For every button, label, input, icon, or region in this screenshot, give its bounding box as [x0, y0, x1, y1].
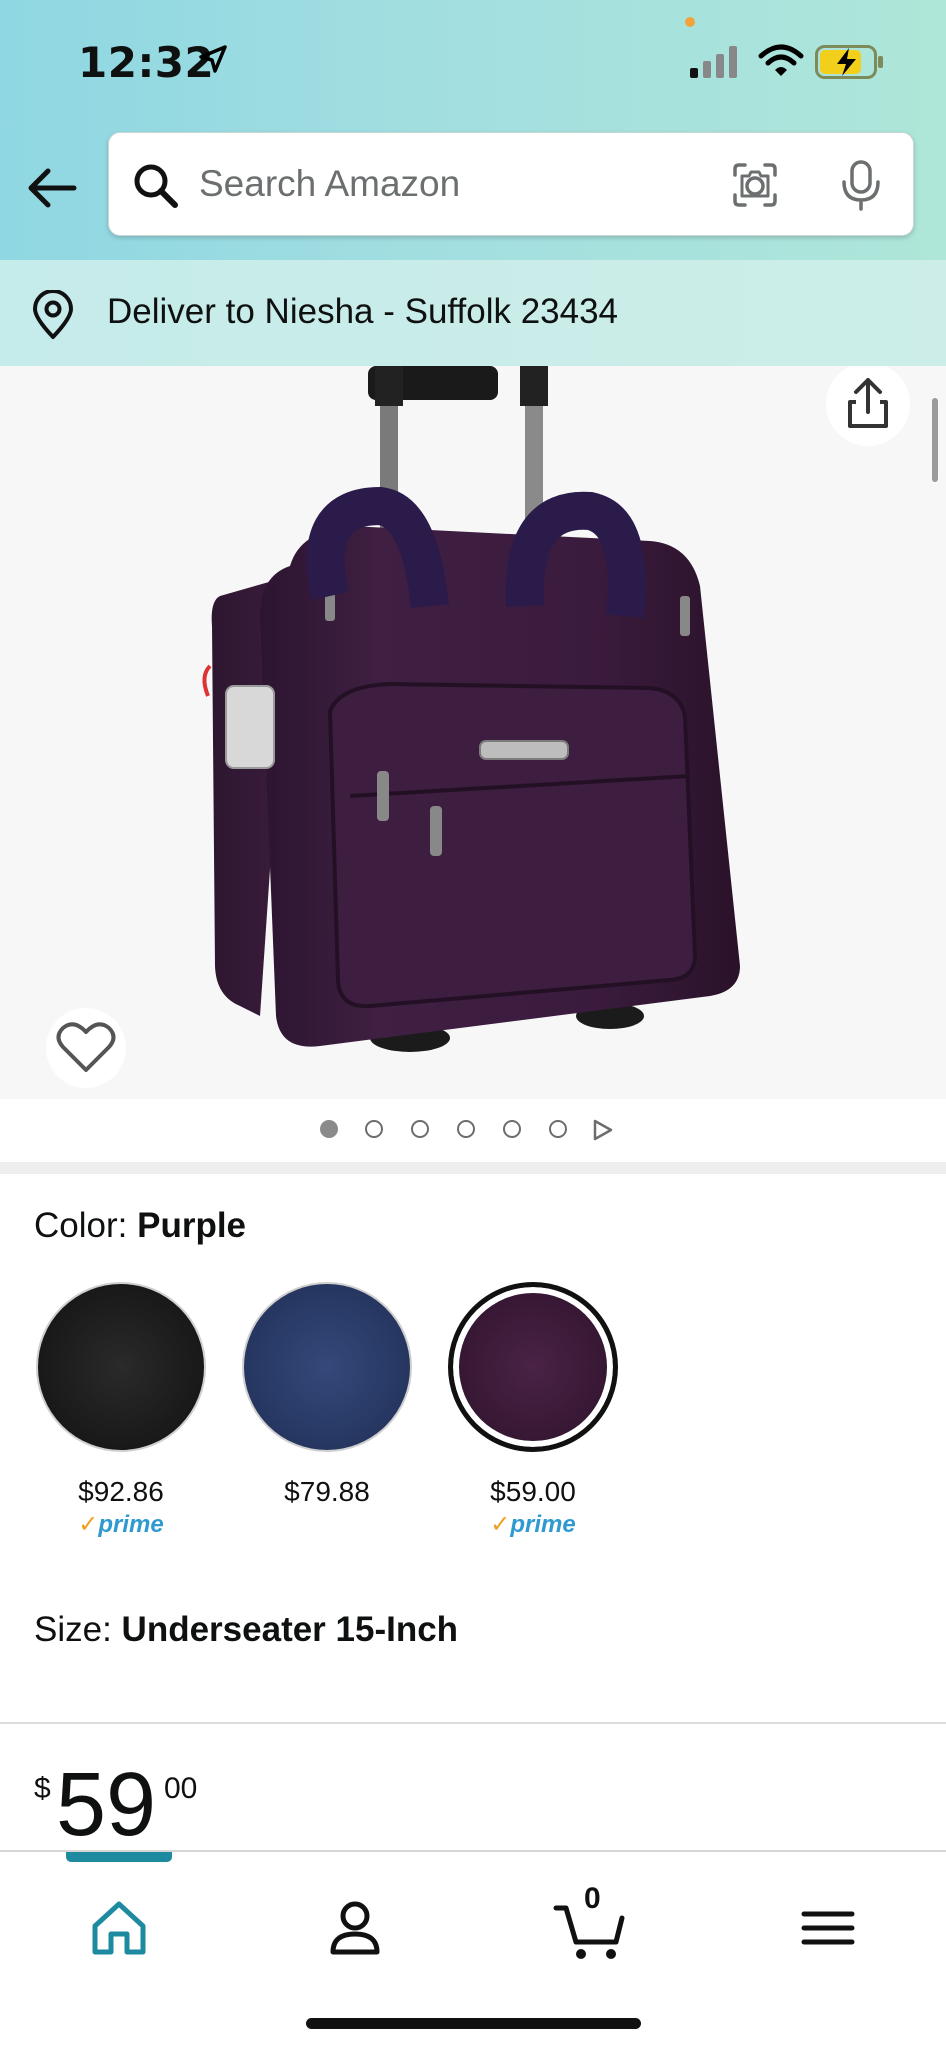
home-indicator — [306, 2018, 641, 2029]
location-pin-icon — [33, 290, 73, 339]
cart-count: 0 — [584, 1882, 601, 1915]
price-whole: 59 — [56, 1755, 157, 1855]
pagination-dot[interactable] — [365, 1120, 383, 1138]
home-icon — [92, 1901, 146, 1955]
price-currency: $ — [34, 1772, 51, 1805]
swatch-black[interactable] — [36, 1282, 206, 1452]
nav-account[interactable] — [315, 1888, 395, 1968]
cellular-signal-icon — [690, 46, 737, 78]
section-divider — [0, 1162, 946, 1174]
microphone-icon[interactable] — [839, 159, 883, 211]
image-pagination — [0, 1100, 946, 1162]
swatch-price: $92.86 — [78, 1476, 164, 1507]
selected-size: Underseater 15-Inch — [121, 1610, 459, 1649]
header: 12:32 Search Amazon Deliver to Niesha - … — [0, 0, 946, 366]
price-fraction: 00 — [164, 1772, 198, 1805]
hamburger-menu-icon — [801, 1911, 855, 1945]
wishlist-button[interactable] — [46, 1008, 126, 1088]
camera-search-icon[interactable] — [731, 161, 779, 209]
heart-icon — [56, 1022, 116, 1072]
nav-home[interactable] — [79, 1888, 159, 1968]
pagination-dot[interactable] — [320, 1120, 338, 1138]
color-label: Color: Purple — [34, 1206, 247, 1245]
deliver-to-bar[interactable]: Deliver to Niesha - Suffolk 23434 — [0, 260, 946, 366]
wifi-icon — [758, 44, 804, 76]
camera-in-use-dot — [685, 17, 695, 27]
pagination-dot[interactable] — [549, 1120, 567, 1138]
product-image — [202, 366, 740, 1052]
section-divider — [0, 1722, 946, 1724]
deliver-to-text: Deliver to Niesha - Suffolk 23434 — [107, 292, 619, 331]
person-icon — [330, 1901, 380, 1955]
status-bar: 12:32 — [0, 0, 946, 120]
search-input[interactable]: Search Amazon — [199, 163, 460, 205]
swatch-purple-selected[interactable] — [448, 1282, 618, 1452]
swatch-navy[interactable] — [242, 1282, 412, 1452]
location-arrow-icon — [199, 45, 227, 73]
swatch-price: $79.88 — [284, 1476, 370, 1507]
prime-badge: ✓prime — [78, 1511, 164, 1538]
search-box[interactable]: Search Amazon — [108, 132, 914, 236]
status-time: 12:32 — [78, 38, 215, 87]
play-video-icon[interactable] — [592, 1118, 614, 1142]
share-button[interactable] — [826, 366, 910, 446]
pagination-dot[interactable] — [411, 1120, 429, 1138]
swatch-price: $59.00 — [490, 1476, 576, 1507]
search-icon — [134, 164, 178, 208]
share-icon — [848, 378, 888, 428]
selected-color: Purple — [137, 1206, 247, 1245]
scroll-indicator — [932, 398, 938, 482]
active-tab-indicator — [66, 1852, 172, 1862]
back-arrow-icon[interactable] — [22, 158, 82, 218]
prime-badge: ✓prime — [490, 1511, 576, 1538]
nav-menu[interactable] — [788, 1888, 868, 1968]
product-image-carousel[interactable] — [0, 366, 946, 1099]
pagination-dot[interactable] — [457, 1120, 475, 1138]
size-label: Size: Underseater 15-Inch — [34, 1610, 459, 1649]
pagination-dot[interactable] — [503, 1120, 521, 1138]
battery-charging-icon — [815, 45, 883, 79]
